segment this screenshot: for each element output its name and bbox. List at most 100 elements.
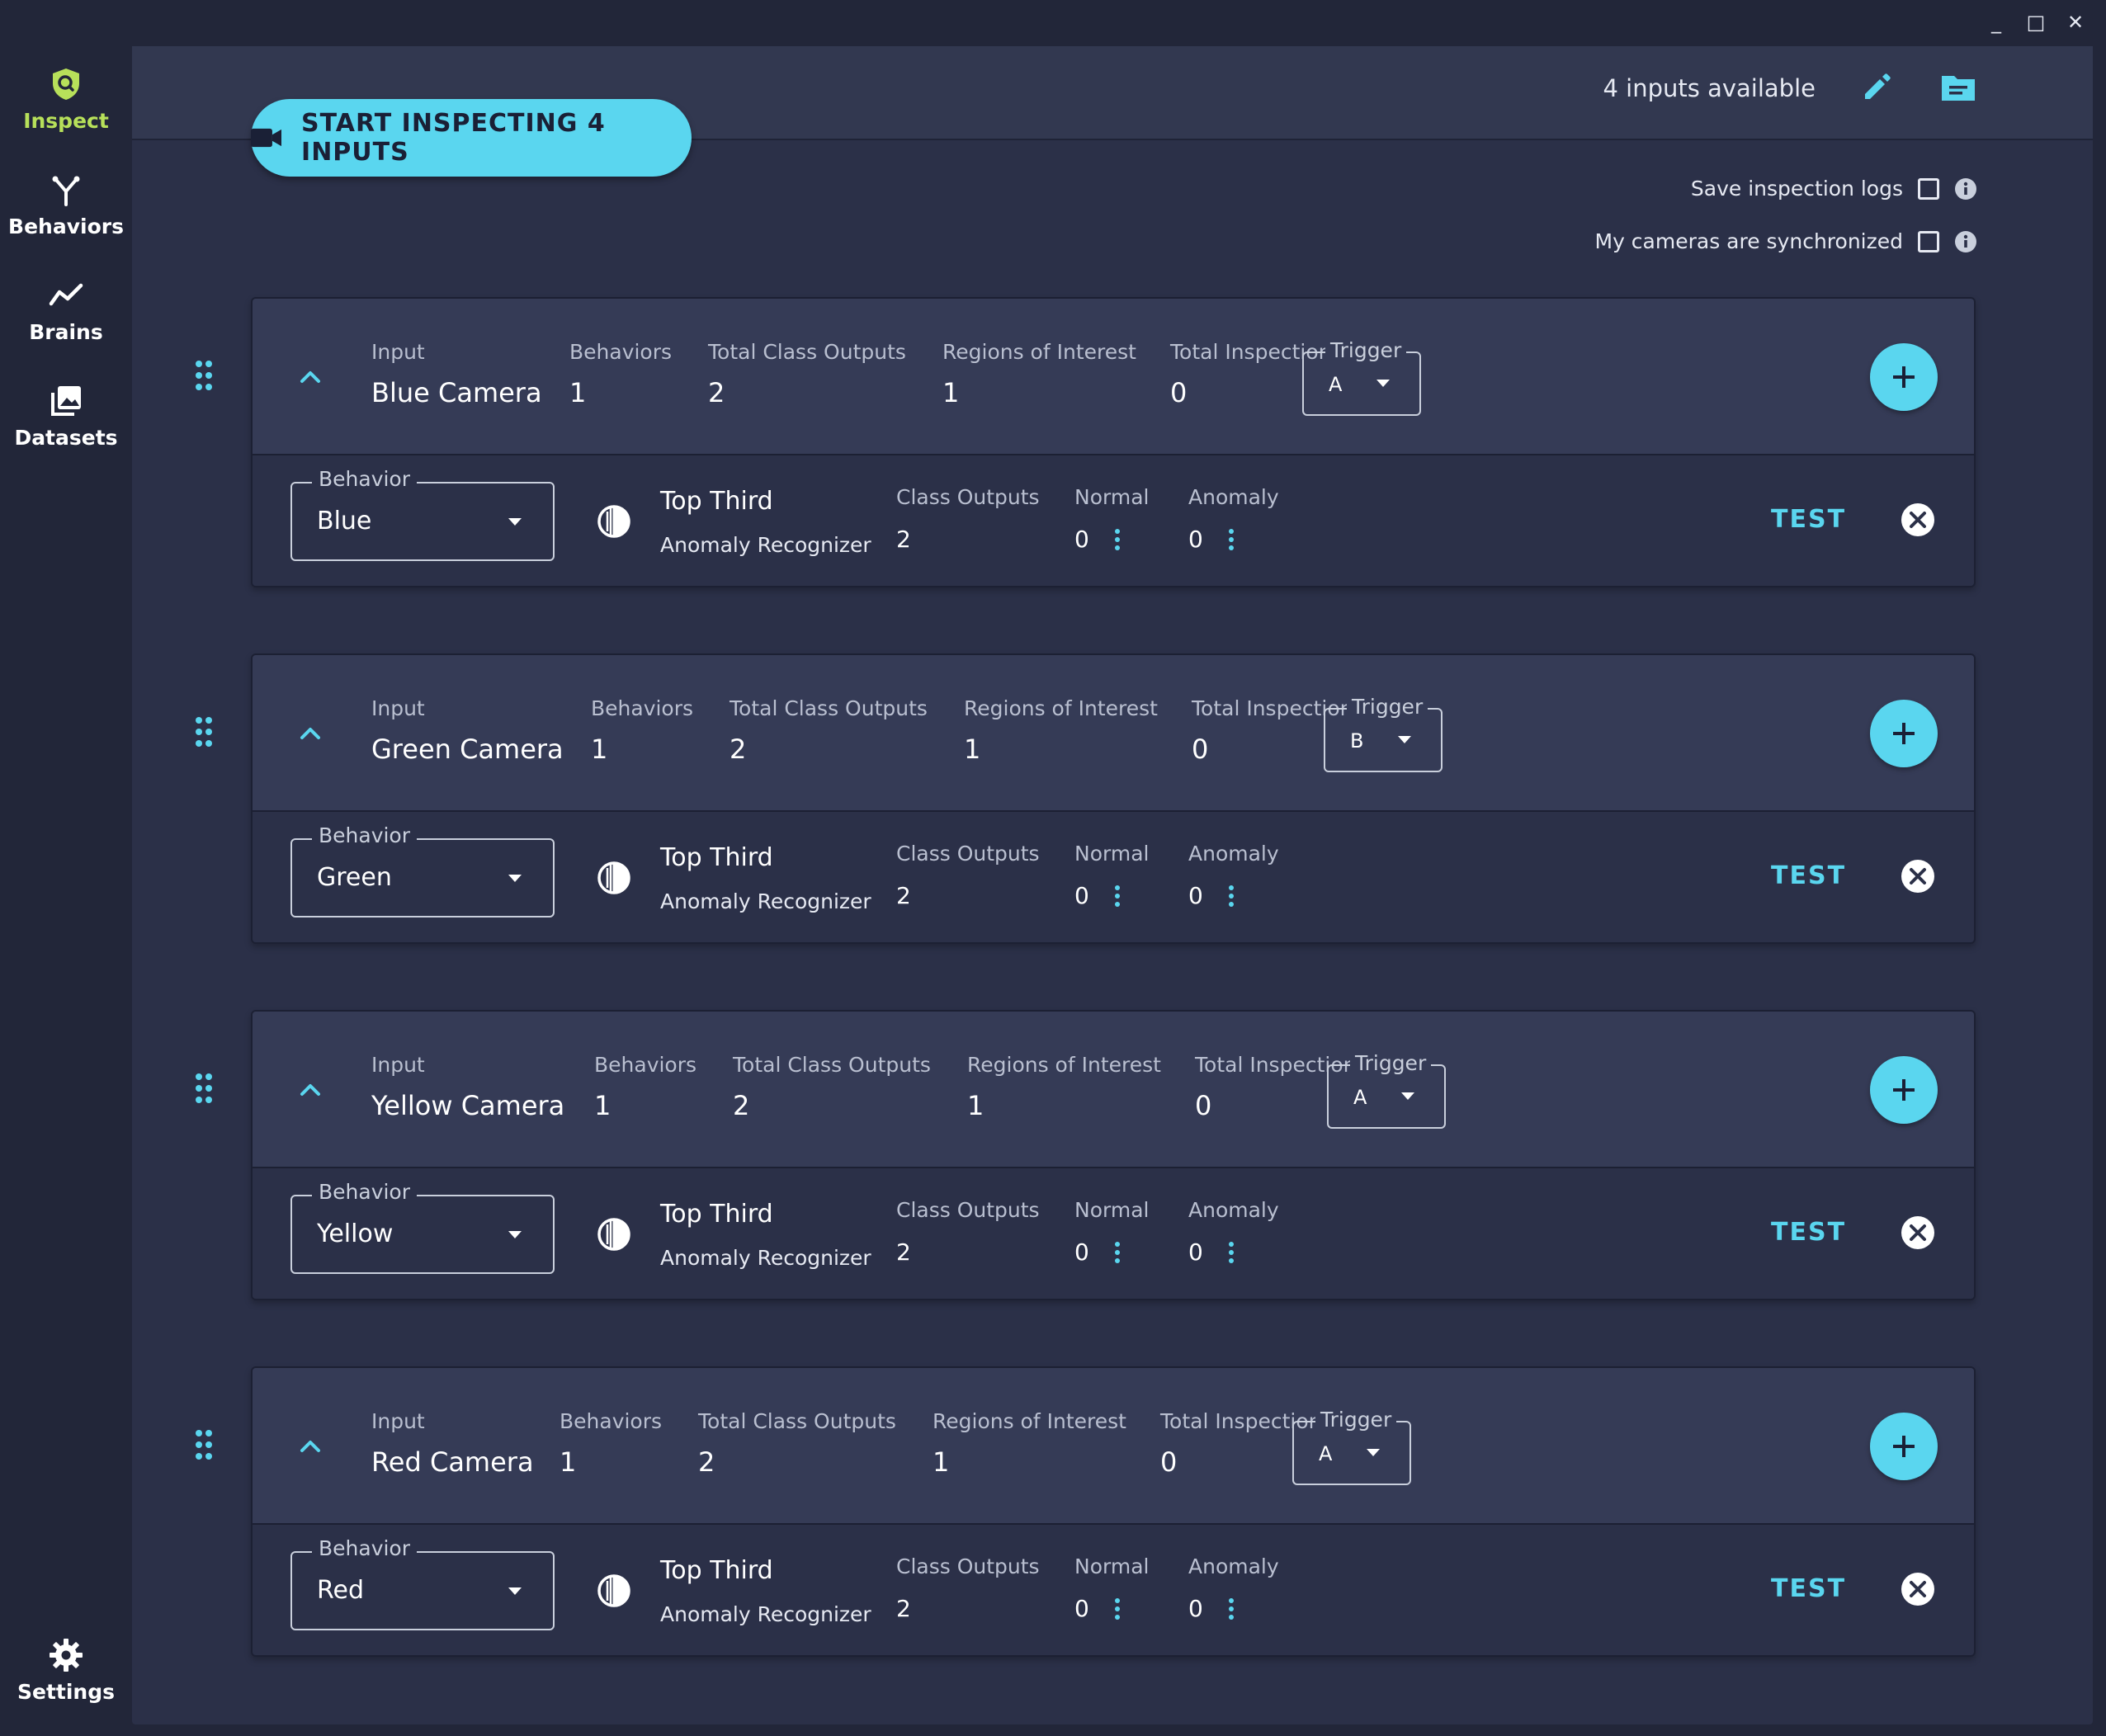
trigger-select[interactable]: Trigger A [1292,1408,1411,1485]
total-class-outputs-field: Total Class Outputs 2 [730,696,928,765]
sidebar-item-behaviors[interactable]: Behaviors [0,172,132,238]
start-inspecting-label: START INSPECTING 4 INPUTS [301,109,606,167]
close-window-button[interactable]: ✕ [2065,11,2086,34]
chevron-up-icon[interactable] [295,1078,325,1102]
pencil-icon[interactable] [1858,69,1895,106]
sidebar-item-datasets[interactable]: Datasets [0,383,132,450]
folder-icon[interactable] [1939,69,1977,106]
maximize-button[interactable]: □ [2025,11,2047,34]
synchronized-option: My cameras are synchronized [1595,229,1978,253]
plus-icon [1893,366,1915,388]
input-field: Input Yellow Camera [371,1053,564,1121]
total-class-outputs-label: Total Class Outputs [708,340,906,364]
close-circle-icon[interactable] [1900,1215,1936,1251]
behavior-value: Blue [317,507,372,535]
more-vert-icon[interactable] [1114,1241,1121,1263]
sidebar: Inspect Behaviors Brains Datasets Settin… [0,0,132,1736]
brain-name: Top Third [660,1200,773,1229]
total-class-outputs-label: Total Class Outputs [698,1409,896,1433]
sidebar-item-inspect[interactable]: Inspect [0,66,132,133]
regions-of-interest-label: Regions of Interest [967,1053,1161,1077]
close-circle-icon[interactable] [1900,502,1936,538]
save-logs-label: Save inspection logs [1690,177,1903,200]
more-vert-icon[interactable] [1228,528,1235,550]
regions-of-interest-field: Regions of Interest 1 [964,696,1158,765]
close-circle-icon[interactable] [1900,858,1936,894]
input-field: Input Blue Camera [371,340,542,408]
trigger-value: A [1319,1442,1333,1465]
gear-icon [50,1639,83,1672]
synchronized-label: My cameras are synchronized [1594,229,1904,253]
class-outputs-value: 2 [896,882,911,909]
test-button[interactable]: TEST [1771,861,1846,890]
info-icon[interactable] [1954,177,1977,200]
more-vert-icon[interactable] [1228,885,1235,907]
behaviors-value: 1 [591,734,608,765]
sidebar-item-label: Inspect [23,109,109,133]
total-class-outputs-label: Total Class Outputs [730,696,928,720]
behavior-label: Behavior [312,1536,418,1560]
info-icon[interactable] [1954,230,1977,253]
regions-of-interest-label: Regions of Interest [933,1409,1126,1433]
more-vert-icon[interactable] [1114,1597,1121,1620]
test-button[interactable]: TEST [1771,1574,1846,1603]
synchronized-checkbox[interactable] [1918,230,1939,252]
close-circle-icon[interactable] [1900,1571,1936,1607]
input-card-header: Input Yellow Camera Behaviors 1 Total Cl… [253,1012,1974,1168]
behavior-select[interactable]: Behavior Yellow [290,1180,555,1274]
chevron-up-icon[interactable] [295,365,325,389]
add-behavior-button[interactable] [1870,1056,1938,1124]
minimize-button[interactable]: _ [1986,11,2007,34]
class-outputs-field: Class Outputs 2 [896,485,1040,553]
behavior-select[interactable]: Behavior Red [290,1536,555,1630]
input-label: Input [371,1053,425,1077]
contrast-icon [597,1574,630,1607]
caret-down-icon [1401,1092,1414,1100]
input-name: Yellow Camera [371,1090,565,1121]
brain-type: Anomaly Recognizer [660,1246,871,1270]
trigger-select[interactable]: Trigger A [1327,1051,1446,1129]
behavior-select[interactable]: Behavior Green [290,823,555,918]
caret-down-icon [508,1231,522,1238]
anomaly-label: Anomaly [1188,485,1279,509]
sidebar-item-brains[interactable]: Brains [0,277,132,344]
behaviors-label: Behaviors [591,696,694,720]
behaviors-value: 1 [594,1090,611,1121]
sidebar-item-settings[interactable]: Settings [0,1637,132,1704]
trigger-value: A [1353,1086,1367,1109]
behaviors-label: Behaviors [569,340,673,364]
test-button[interactable]: TEST [1771,1218,1846,1247]
start-inspecting-button[interactable]: START INSPECTING 4 INPUTS [251,99,692,177]
behavior-select[interactable]: Behavior Blue [290,467,555,561]
drag-handle-icon[interactable] [195,360,213,391]
normal-field: Normal 0 [1074,842,1149,909]
drag-handle-icon[interactable] [195,716,213,748]
class-outputs-label: Class Outputs [896,1554,1040,1578]
more-vert-icon[interactable] [1228,1597,1235,1620]
add-behavior-button[interactable] [1870,1413,1938,1480]
test-button[interactable]: TEST [1771,505,1846,534]
input-label: Input [371,696,425,720]
trigger-select[interactable]: Trigger A [1302,338,1421,416]
total-class-outputs-field: Total Class Outputs 2 [733,1053,931,1121]
more-vert-icon[interactable] [1114,528,1121,550]
input-name: Green Camera [371,734,564,765]
sidebar-item-label: Settings [17,1680,115,1704]
save-logs-checkbox[interactable] [1918,177,1939,200]
class-outputs-value: 2 [896,1595,911,1622]
drag-handle-icon[interactable] [195,1429,213,1460]
caret-down-icon [508,518,522,526]
trigger-select[interactable]: Trigger B [1324,695,1443,772]
behavior-row: Behavior Red Top Third Anomaly Recognize… [253,1525,1974,1655]
chevron-up-icon[interactable] [295,1434,325,1459]
add-behavior-button[interactable] [1870,343,1938,411]
drag-handle-icon[interactable] [195,1073,213,1104]
behavior-value: Green [317,863,392,892]
regions-of-interest-field: Regions of Interest 1 [933,1409,1126,1478]
input-label: Input [371,340,425,364]
add-behavior-button[interactable] [1870,700,1938,767]
more-vert-icon[interactable] [1114,885,1121,907]
more-vert-icon[interactable] [1228,1241,1235,1263]
chevron-up-icon[interactable] [295,721,325,746]
trigger-label: Trigger [1315,1408,1397,1432]
